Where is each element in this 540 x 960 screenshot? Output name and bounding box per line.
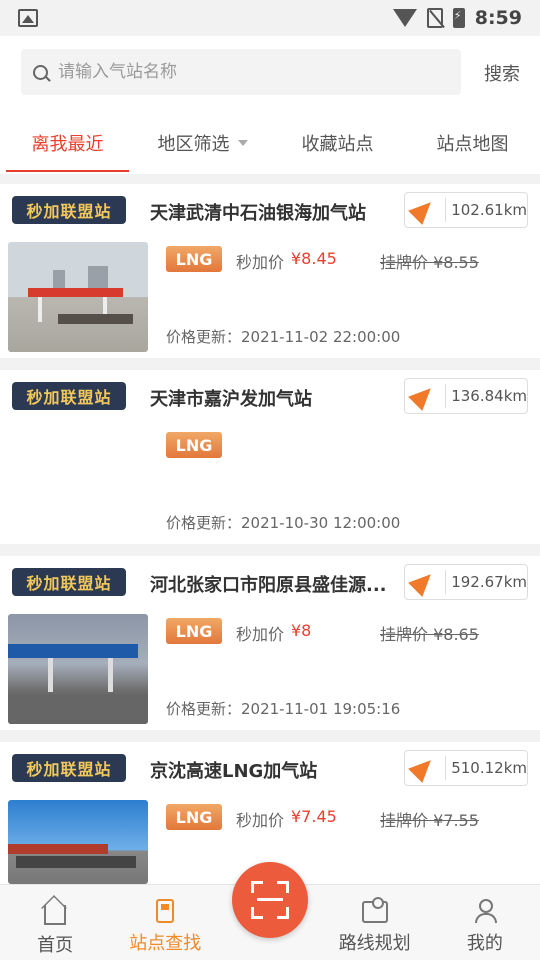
alliance-badge: 秒加联盟站 (12, 754, 126, 782)
alliance-badge: 秒加联盟站 (12, 568, 126, 596)
scan-button[interactable] (232, 862, 308, 938)
price-value: ¥8 (291, 621, 312, 640)
battery-charging-icon (452, 8, 465, 28)
search-button[interactable]: 搜索 (484, 60, 520, 86)
nav-home[interactable]: 首页 (0, 885, 110, 960)
fuel-type-badge: LNG (166, 432, 222, 458)
price-update-time: 价格更新：2021-11-01 19:05:16 (166, 700, 401, 718)
nav-route-planning[interactable]: 路线规划 (320, 885, 430, 960)
distance-text: 510.12km (451, 759, 527, 777)
distance-button[interactable]: 510.12km (404, 750, 528, 786)
list-price: 挂牌价 ¥7.55 (380, 811, 479, 830)
tab-nearest[interactable]: 离我最近 (0, 114, 135, 172)
header: 搜索 离我最近 地区筛选 收藏站点 站点地图 (0, 36, 540, 174)
navigation-arrow-icon (408, 195, 438, 225)
distance-button[interactable]: 102.61km (404, 192, 528, 228)
tab-region-filter[interactable]: 地区筛选 (135, 114, 270, 172)
station-name: 天津市嘉沪发加气站 (150, 389, 312, 410)
price-value: ¥8.45 (291, 249, 337, 268)
station-name: 天津武清中石油银海加气站 (150, 203, 366, 224)
tab-label: 地区筛选 (157, 134, 230, 155)
nav-label: 路线规划 (338, 933, 411, 954)
tab-station-map[interactable]: 站点地图 (405, 114, 540, 172)
station-name: 河北张家口市阳原县盛佳源... (150, 575, 387, 596)
nav-profile[interactable]: 我的 (430, 885, 540, 960)
alliance-badge: 秒加联盟站 (12, 196, 126, 224)
station-photo (8, 800, 148, 884)
fuel-type-badge: LNG (166, 804, 222, 830)
tab-label: 离我最近 (31, 134, 104, 155)
scan-icon (251, 881, 289, 919)
station-card[interactable]: 秒加联盟站 天津武清中石油银海加气站 102.61km LNG 秒加价 ¥8.4… (0, 184, 540, 358)
list-price: 挂牌价 ¥8.65 (380, 625, 479, 644)
price-update-time: 价格更新：2021-10-30 12:00:00 (166, 514, 401, 532)
status-time: 8:59 (474, 7, 522, 29)
station-card[interactable]: 秒加联盟站 天津市嘉沪发加气站 136.84km LNG 价格更新：2021-1… (0, 370, 540, 544)
tab-label: 站点地图 (436, 134, 509, 155)
navigation-arrow-icon (408, 381, 438, 411)
user-icon (474, 899, 497, 923)
search-box[interactable] (21, 49, 461, 95)
map-icon (361, 897, 388, 923)
caret-down-icon (237, 140, 248, 146)
home-icon (44, 905, 67, 925)
station-name: 京沈高速LNG加气站 (150, 761, 318, 782)
price-label: 秒加价 (236, 811, 285, 830)
gas-pump-icon (156, 899, 175, 923)
filter-tabs: 离我最近 地区筛选 收藏站点 站点地图 (0, 114, 540, 172)
navigation-arrow-icon (408, 753, 438, 783)
distance-button[interactable]: 136.84km (404, 378, 528, 414)
price-value: ¥7.45 (291, 807, 337, 826)
wifi-icon (392, 9, 417, 27)
search-input[interactable] (58, 62, 418, 82)
fuel-type-badge: LNG (166, 618, 222, 644)
image-notification-icon (18, 9, 38, 27)
station-photo (8, 614, 148, 724)
distance-text: 192.67km (451, 573, 527, 591)
station-card[interactable]: 秒加联盟站 河北张家口市阳原县盛佳源... 192.67km LNG 秒加价 ¥… (0, 556, 540, 730)
search-icon (33, 64, 48, 80)
status-icons: 8:59 (392, 7, 522, 29)
nav-label: 我的 (466, 933, 503, 954)
nav-station-search[interactable]: 站点查找 (110, 885, 220, 960)
tab-label: 收藏站点 (301, 134, 374, 155)
distance-text: 102.61km (451, 201, 527, 219)
distance-text: 136.84km (451, 387, 527, 405)
navigation-arrow-icon (408, 567, 438, 597)
tab-favorites[interactable]: 收藏站点 (270, 114, 405, 172)
distance-button[interactable]: 192.67km (404, 564, 528, 600)
no-sim-icon (426, 8, 443, 28)
price-label: 秒加价 (236, 625, 285, 644)
fuel-type-badge: LNG (166, 246, 222, 272)
price-label: 秒加价 (236, 253, 285, 272)
alliance-badge: 秒加联盟站 (12, 382, 126, 410)
nav-label: 站点查找 (129, 933, 202, 954)
station-photo (8, 242, 148, 352)
status-bar: 8:59 (0, 0, 540, 36)
list-price: 挂牌价 ¥8.55 (380, 253, 479, 272)
nav-label: 首页 (37, 935, 74, 956)
price-update-time: 价格更新：2021-11-02 22:00:00 (166, 328, 401, 346)
